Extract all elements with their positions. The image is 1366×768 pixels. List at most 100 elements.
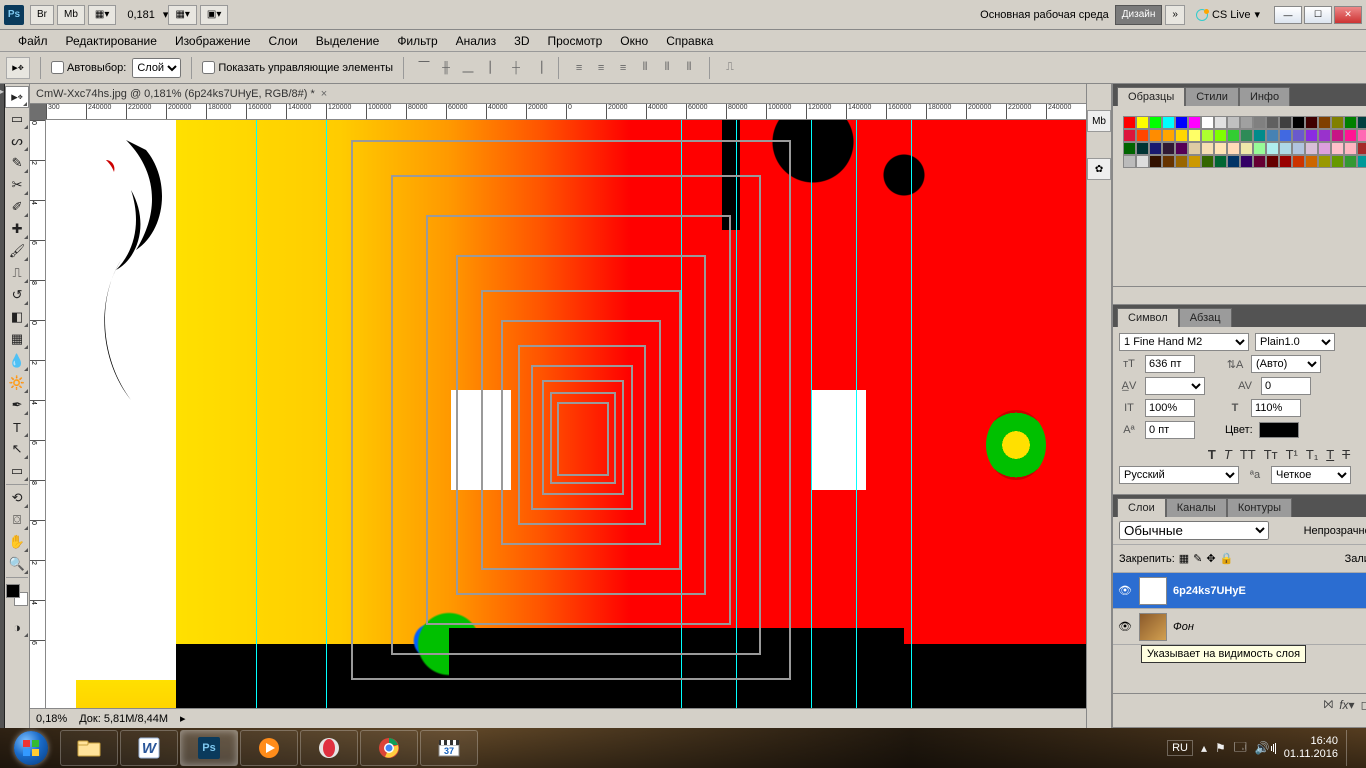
swatch[interactable] [1149,155,1162,168]
lasso-tool[interactable]: ᔕ [5,130,29,152]
arrange-documents-button[interactable]: ▦▾ [168,5,196,25]
swatch[interactable] [1201,116,1214,129]
swatch[interactable] [1318,129,1331,142]
gradient-tool[interactable]: ▦ [5,328,29,350]
show-transform-checkbox[interactable]: Показать управляющие элементы [202,61,393,74]
swatch[interactable] [1227,116,1240,129]
hand-tool[interactable]: ✋ [5,531,29,553]
lock-all-icon[interactable]: 🔒 [1220,552,1234,565]
text-color-swatch[interactable] [1259,422,1299,438]
swatch[interactable] [1357,129,1366,142]
swatch[interactable] [1201,129,1214,142]
language-select[interactable]: Русский [1119,466,1239,484]
swatch[interactable] [1305,129,1318,142]
swatch[interactable] [1318,116,1331,129]
swatch[interactable] [1279,142,1292,155]
volume-icon[interactable]: 🔊 [1255,741,1276,755]
allcaps-icon[interactable]: TT [1240,447,1256,462]
baseline-input[interactable] [1145,421,1195,439]
swatch[interactable] [1240,129,1253,142]
taskbar-explorer[interactable] [60,730,118,766]
stamp-tool[interactable]: ⎍ [5,262,29,284]
swatch[interactable] [1331,155,1344,168]
swatch[interactable] [1136,116,1149,129]
lock-position-icon[interactable]: ✥ [1206,552,1215,565]
swatch[interactable] [1344,142,1357,155]
eraser-tool[interactable]: ◧ [5,306,29,328]
type-tool[interactable]: T [5,416,29,438]
swatch[interactable] [1188,142,1201,155]
smallcaps-icon[interactable]: Tᴛ [1264,447,1278,462]
swatch[interactable] [1149,142,1162,155]
antialias-select[interactable]: Четкое [1271,466,1351,484]
menu-layers[interactable]: Слои [261,32,306,50]
visibility-toggle-icon[interactable]: 👁 [1117,583,1133,599]
marquee-tool[interactable]: ▭ [5,108,29,130]
swatch[interactable] [1305,142,1318,155]
swatch[interactable] [1279,129,1292,142]
menu-filter[interactable]: Фильтр [389,32,445,50]
swatch[interactable] [1240,155,1253,168]
lock-pixels-icon[interactable]: ✎ [1193,552,1202,565]
layer-row[interactable]: 👁 T 6p24ks7UHyE [1113,573,1366,609]
swatch[interactable] [1175,155,1188,168]
expand-dock-icon[interactable]: ▸ [0,87,4,96]
swatch[interactable] [1188,116,1201,129]
menu-edit[interactable]: Редактирование [58,32,165,50]
swatch[interactable] [1149,129,1162,142]
quick-select-tool[interactable]: ✎ [5,152,29,174]
swatch[interactable] [1357,116,1366,129]
flag-icon[interactable]: ⚑ [1215,741,1226,755]
autoselect-target-select[interactable]: Слой [132,58,181,78]
tab-character[interactable]: Символ [1117,308,1179,327]
swatch[interactable] [1344,155,1357,168]
menu-analysis[interactable]: Анализ [448,32,505,50]
blur-tool[interactable]: 💧 [5,350,29,372]
font-style-select[interactable]: Plain1.0 [1255,333,1335,351]
swatch[interactable] [1253,155,1266,168]
swatch[interactable] [1175,116,1188,129]
status-arrow-icon[interactable]: ▸ [180,712,186,725]
3d-camera-tool[interactable]: ⌼ [5,509,29,531]
swatch[interactable] [1136,155,1149,168]
swatch[interactable] [1227,129,1240,142]
faux-italic-icon[interactable]: T [1224,447,1232,462]
swatch[interactable] [1123,155,1136,168]
subscript-icon[interactable]: T₁ [1306,447,1318,462]
swatch[interactable] [1292,142,1305,155]
swatch[interactable] [1266,155,1279,168]
network-icon[interactable]: 🗔 [1234,738,1247,759]
tab-layers[interactable]: Слои [1117,498,1166,517]
swatch[interactable] [1305,155,1318,168]
tab-swatches[interactable]: Образцы [1117,87,1185,106]
healing-tool[interactable]: ✚ [5,218,29,240]
align-left-icon[interactable]: ▏ [484,59,504,77]
close-tab-icon[interactable]: × [321,88,327,100]
status-docsize[interactable]: Док: 5,81M/8,44M [79,713,168,725]
superscript-icon[interactable]: T¹ [1286,447,1298,462]
menu-select[interactable]: Выделение [308,32,388,50]
swatch[interactable] [1357,155,1366,168]
swatch[interactable] [1214,116,1227,129]
tab-info[interactable]: Инфо [1239,87,1290,106]
layer-thumbnail[interactable] [1139,613,1167,641]
distribute-right-icon[interactable]: ⦀ [679,59,699,77]
hscale-input[interactable] [1251,399,1301,417]
swatch[interactable] [1227,155,1240,168]
vscale-input[interactable] [1145,399,1195,417]
swatch[interactable] [1201,142,1214,155]
swatch[interactable] [1227,142,1240,155]
lock-transparent-icon[interactable]: ▦ [1179,552,1189,565]
swatch[interactable] [1292,129,1305,142]
swatch[interactable] [1162,116,1175,129]
tab-styles[interactable]: Стили [1185,87,1239,106]
swatch[interactable] [1240,116,1253,129]
align-hcenter-icon[interactable]: ┼ [506,59,526,77]
dodge-tool[interactable]: 🔆 [5,372,29,394]
align-right-icon[interactable]: ▕ [528,59,548,77]
swatch[interactable] [1136,142,1149,155]
show-hidden-icon[interactable]: ▴ [1201,741,1207,755]
bridge-button[interactable]: Br [30,5,54,25]
swatch[interactable] [1318,142,1331,155]
swatch[interactable] [1331,129,1344,142]
